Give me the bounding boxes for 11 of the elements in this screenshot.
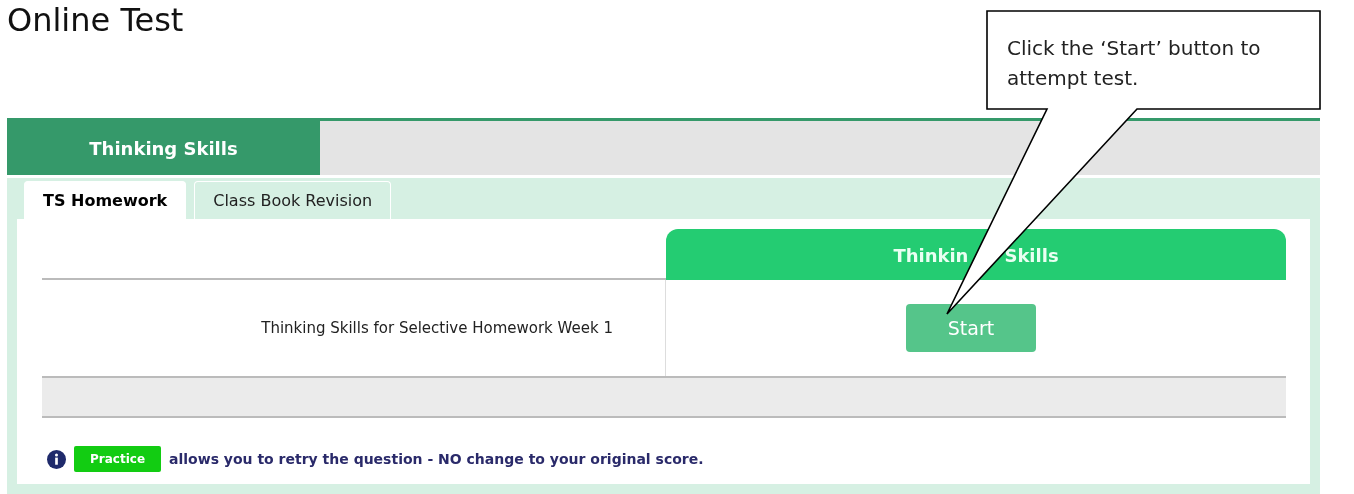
practice-badge: Practice bbox=[74, 446, 162, 472]
page-title: Online Test bbox=[7, 0, 184, 40]
tab[interactable]: Class Book Revision bbox=[194, 181, 392, 219]
subject-tab[interactable]: Thinking Skills bbox=[7, 121, 320, 175]
tab[interactable]: TS Homework bbox=[24, 181, 187, 219]
note-text: allows you to retry the question - NO change to your original score. bbox=[169, 451, 704, 467]
header-text: Thinkin bbox=[893, 245, 969, 266]
info-icon bbox=[47, 449, 66, 469]
test-name: Thinking Skills for Selective Homework Week 1 bbox=[42, 280, 666, 376]
header-text: Skills bbox=[1004, 245, 1059, 266]
callout-text: Click the ‘Start’ button to attempt test. bbox=[1007, 35, 1262, 92]
